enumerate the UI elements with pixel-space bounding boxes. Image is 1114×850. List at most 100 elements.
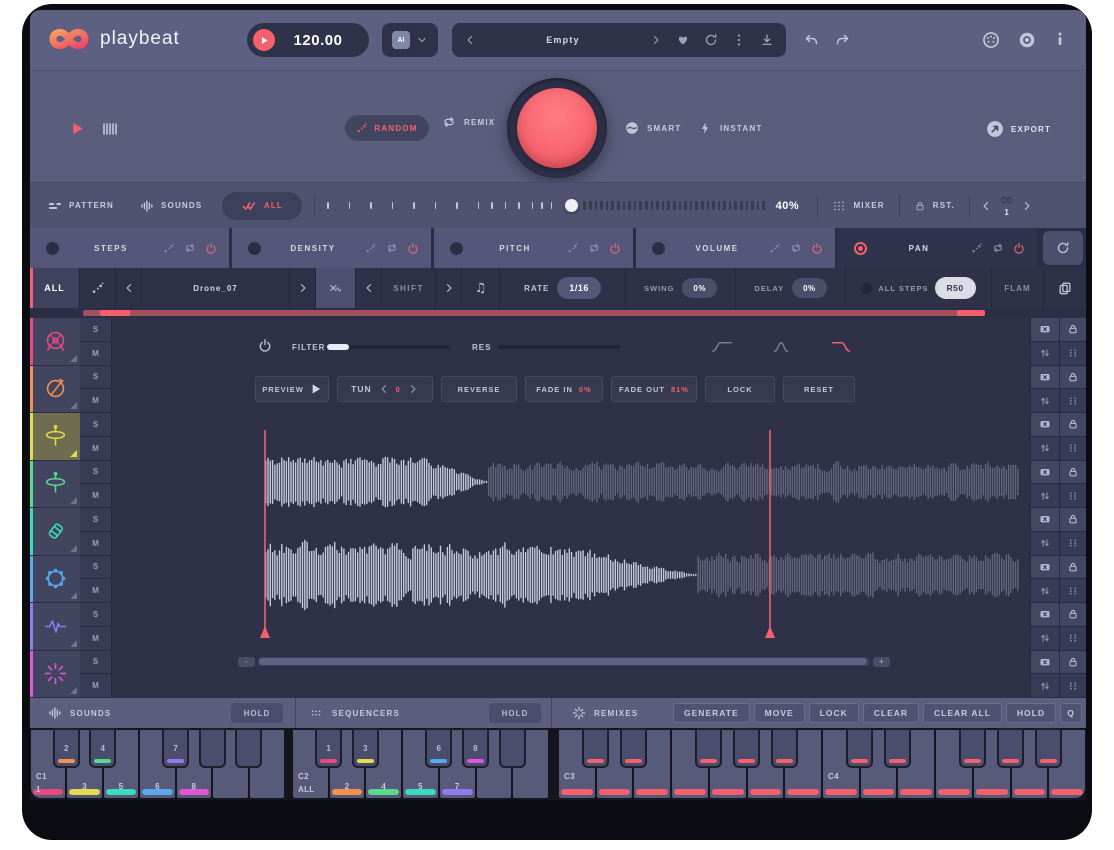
lock-button-track-7[interactable] xyxy=(1059,603,1086,627)
fade-in-control[interactable]: FADE IN 0% xyxy=(525,376,603,402)
piano-key-black[interactable] xyxy=(735,730,758,766)
mute-button-track-4[interactable]: M xyxy=(80,484,112,508)
clear-sample-button-track-8[interactable] xyxy=(1030,651,1059,675)
clear-sample-button-track-2[interactable] xyxy=(1030,366,1059,390)
swap-arrows-button-track-7[interactable] xyxy=(1030,627,1059,651)
loop-icon[interactable] xyxy=(790,242,802,254)
remix-action-clear-all-button[interactable]: CLEAR ALL xyxy=(923,703,1002,723)
preset-name[interactable]: Empty xyxy=(490,35,636,45)
sync-icon[interactable] xyxy=(704,33,718,47)
lowpass-filter-icon[interactable] xyxy=(830,340,854,358)
lock-button-track-1[interactable] xyxy=(1059,318,1086,342)
sample-next-button[interactable] xyxy=(290,268,316,308)
remix-action-move-button[interactable]: MOVE xyxy=(754,703,805,723)
remix-action-clear-button[interactable]: CLEAR xyxy=(863,703,919,723)
filter-power-icon[interactable] xyxy=(258,338,272,352)
solo-button-track-3[interactable]: S xyxy=(80,413,112,437)
all-steps-radio[interactable] xyxy=(861,283,872,294)
mute-button-track-1[interactable]: M xyxy=(80,342,112,366)
piano-key-black[interactable] xyxy=(237,730,260,766)
scrollbar-track[interactable] xyxy=(258,657,870,666)
slice-mode-button[interactable] xyxy=(316,268,356,308)
power-icon[interactable] xyxy=(407,242,419,254)
filter-slider[interactable] xyxy=(326,345,450,349)
track-3-hihat-closed[interactable] xyxy=(30,413,80,461)
note-mode-button[interactable]: ♫ xyxy=(462,268,500,308)
clear-sample-button-track-1[interactable] xyxy=(1030,318,1059,342)
all-tracks-button[interactable]: ALL xyxy=(222,192,302,220)
corner-handle-icon[interactable] xyxy=(70,355,77,362)
grip-dots-button-track-1[interactable] xyxy=(1059,342,1086,366)
flam-button[interactable]: FLAM xyxy=(992,268,1044,308)
loop-icon[interactable] xyxy=(588,242,600,254)
piano-key-black[interactable] xyxy=(886,730,909,766)
corner-handle-icon[interactable] xyxy=(70,640,77,647)
swap-arrows-button-track-3[interactable] xyxy=(1030,437,1059,461)
remix-mode-button[interactable]: REMIX xyxy=(442,115,495,129)
sample-name[interactable]: Drone_07 xyxy=(142,268,290,308)
piano-key-black-8[interactable]: 8 xyxy=(464,730,487,766)
lock-button-track-4[interactable] xyxy=(1059,461,1086,485)
radio-selected-icon[interactable] xyxy=(854,242,867,255)
shift-left-button[interactable] xyxy=(356,268,382,308)
bpm-control[interactable]: 120.00 xyxy=(247,23,369,57)
midi-icon[interactable] xyxy=(982,31,1000,49)
refresh-all-button[interactable] xyxy=(1043,231,1083,265)
highpass-filter-icon[interactable] xyxy=(710,340,734,358)
clear-sample-button-track-3[interactable] xyxy=(1030,413,1059,437)
grip-dots-button-track-4[interactable] xyxy=(1059,484,1086,508)
grip-dots-button-track-2[interactable] xyxy=(1059,389,1086,413)
tune-control[interactable]: TUN 0 xyxy=(337,376,433,402)
corner-handle-icon[interactable] xyxy=(70,450,77,457)
lock-button-track-2[interactable] xyxy=(1059,366,1086,390)
swap-arrows-button-track-6[interactable] xyxy=(1030,579,1059,603)
generate-button[interactable] xyxy=(517,88,597,168)
all-steps-cell[interactable]: ALL xyxy=(30,268,80,308)
lock-button-track-8[interactable] xyxy=(1059,651,1086,675)
mute-button-track-6[interactable]: M xyxy=(80,579,112,603)
random-mode-button[interactable]: RANDOM xyxy=(345,115,429,141)
piano-key-black[interactable] xyxy=(201,730,224,766)
play-icon[interactable] xyxy=(70,121,85,136)
swap-arrows-button-track-1[interactable] xyxy=(1030,342,1059,366)
res-slider[interactable] xyxy=(498,345,620,349)
solo-button-track-1[interactable]: S xyxy=(80,318,112,342)
mute-button-track-7[interactable]: M xyxy=(80,627,112,651)
sounds-hold-button[interactable]: HOLD xyxy=(231,703,283,723)
swap-arrows-button-track-5[interactable] xyxy=(1030,532,1059,556)
clear-sample-button-track-7[interactable] xyxy=(1030,603,1059,627)
zoom-out-button[interactable]: - xyxy=(238,657,255,667)
remix-action-generate-button[interactable]: GENERATE xyxy=(673,703,750,723)
radio-icon[interactable] xyxy=(652,242,665,255)
piano-key-black[interactable] xyxy=(773,730,796,766)
track-1-kick-drum[interactable] xyxy=(30,318,80,366)
all-steps-value[interactable]: R50 xyxy=(935,277,976,299)
smart-mode-button[interactable]: SMART xyxy=(625,121,681,135)
settings-gear-icon[interactable] xyxy=(1018,31,1036,49)
clear-sample-button-track-5[interactable] xyxy=(1030,508,1059,532)
param-tab-pitch[interactable]: PITCH xyxy=(434,228,633,268)
grip-dots-button-track-5[interactable] xyxy=(1059,532,1086,556)
pattern-prev-icon[interactable] xyxy=(980,200,992,212)
dice-icon[interactable] xyxy=(971,242,983,254)
zoom-in-button[interactable]: + xyxy=(873,657,890,667)
dice-icon[interactable] xyxy=(365,242,377,254)
randomness-slider-knob[interactable] xyxy=(565,199,578,212)
swap-arrows-button-track-8[interactable] xyxy=(1030,674,1059,698)
remix-action-hold-button[interactable]: HOLD xyxy=(1006,703,1056,723)
radio-icon[interactable] xyxy=(248,242,261,255)
mixer-button[interactable]: MIXER xyxy=(832,199,884,213)
reset-button[interactable]: RST. xyxy=(914,200,955,212)
dice-icon[interactable] xyxy=(163,242,175,254)
ai-dropdown[interactable]: AI xyxy=(382,23,438,57)
pi ano-keys-icon[interactable] xyxy=(102,121,118,137)
corner-handle-icon[interactable] xyxy=(70,545,77,552)
remix-action-q-button[interactable]: Q xyxy=(1060,703,1082,723)
pattern-tab[interactable]: PATTERN xyxy=(48,199,114,213)
reverse-button[interactable]: REVERSE xyxy=(441,376,517,402)
power-icon[interactable] xyxy=(811,242,823,254)
dice-icon[interactable] xyxy=(769,242,781,254)
copy-button[interactable] xyxy=(1044,268,1086,308)
param-tab-pan[interactable]: PAN xyxy=(838,228,1037,268)
tune-up-icon[interactable] xyxy=(407,383,419,395)
